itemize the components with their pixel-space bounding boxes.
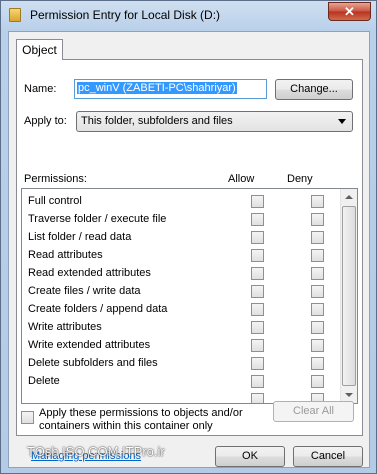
deny-checkbox[interactable] xyxy=(311,195,324,208)
apply-to-container-checkbox[interactable] xyxy=(21,411,34,424)
permission-row: Read extended attributes xyxy=(22,265,342,283)
permission-row: List folder / read data xyxy=(22,229,342,247)
deny-column-header: Deny xyxy=(287,173,313,185)
deny-checkbox[interactable] xyxy=(311,213,324,226)
permission-label: Create folders / append data xyxy=(28,303,168,315)
deny-checkbox[interactable] xyxy=(311,321,324,334)
deny-checkbox[interactable] xyxy=(311,249,324,262)
permission-row: Read attributes xyxy=(22,247,342,265)
allow-checkbox[interactable] xyxy=(251,213,264,226)
change-button[interactable]: Change... xyxy=(275,79,353,100)
deny-checkbox[interactable] xyxy=(311,267,324,280)
permission-label: Read attributes xyxy=(28,249,103,261)
object-tab-panel: Name: pc_winV (ZABETI-PC\shahriyar) Chan… xyxy=(16,59,363,436)
permission-row: Write extended attributes xyxy=(22,337,342,355)
dialog-client-area: Object Name: pc_winV (ZABETI-PC\shahriya… xyxy=(8,31,370,468)
allow-checkbox[interactable] xyxy=(251,303,264,316)
permission-label: Full control xyxy=(28,195,82,207)
scroll-up-button[interactable] xyxy=(341,189,357,206)
ok-button[interactable]: OK xyxy=(215,446,285,467)
chevron-down-icon xyxy=(338,119,346,124)
permission-row: Traverse folder / execute file xyxy=(22,211,342,229)
deny-checkbox[interactable] xyxy=(311,339,324,352)
chevron-up-icon xyxy=(345,195,353,199)
allow-checkbox[interactable] xyxy=(251,321,264,334)
deny-checkbox[interactable] xyxy=(311,231,324,244)
permission-label: Write extended attributes xyxy=(28,339,151,351)
scrollbar-thumb[interactable] xyxy=(342,206,356,386)
deny-checkbox[interactable] xyxy=(311,375,324,388)
permission-label: Create files / write data xyxy=(28,285,141,297)
permission-label: Read extended attributes xyxy=(28,267,151,279)
name-field[interactable]: pc_winV (ZABETI-PC\shahriyar) xyxy=(74,79,267,99)
permissions-list[interactable]: Full control Traverse folder / execute f… xyxy=(21,188,358,404)
apply-label-line2: containers within this container only xyxy=(39,420,213,432)
watermark: TOsh ISO.COM ITPro.ir xyxy=(27,444,165,459)
permission-row: Delete subfolders and files xyxy=(22,355,342,373)
permission-label: Delete subfolders and files xyxy=(28,357,158,369)
deny-checkbox[interactable] xyxy=(311,285,324,298)
folder-icon xyxy=(9,8,21,22)
apply-to-dropdown[interactable]: This folder, subfolders and files xyxy=(76,111,353,132)
permission-entry-window: Permission Entry for Local Disk (D:) ✕ O… xyxy=(0,0,377,474)
close-button[interactable]: ✕ xyxy=(328,2,371,21)
name-label: Name: xyxy=(24,83,57,95)
permission-row: Delete xyxy=(22,373,342,391)
apply-to-value: This folder, subfolders and files xyxy=(81,115,233,127)
allow-checkbox[interactable] xyxy=(251,195,264,208)
permission-label: List folder / read data xyxy=(28,231,132,243)
permission-label: Delete xyxy=(28,375,60,387)
allow-checkbox[interactable] xyxy=(251,231,264,244)
allow-checkbox[interactable] xyxy=(251,285,264,298)
permission-row: Write attributes xyxy=(22,319,342,337)
allow-checkbox[interactable] xyxy=(251,249,264,262)
name-value: pc_winV (ZABETI-PC\shahriyar) xyxy=(77,82,237,94)
permission-row: Full control xyxy=(22,193,342,211)
allow-checkbox[interactable] xyxy=(251,393,264,403)
permission-row: Create files / write data xyxy=(22,283,342,301)
tab-object[interactable]: Object xyxy=(16,39,63,60)
cancel-button[interactable]: Cancel xyxy=(293,446,363,467)
apply-label-line1: Apply these permissions to objects and/o… xyxy=(39,407,243,419)
permissions-scrollbar[interactable] xyxy=(340,189,357,403)
allow-checkbox[interactable] xyxy=(251,357,264,370)
title-bar[interactable]: Permission Entry for Local Disk (D:) ✕ xyxy=(1,1,376,29)
permission-row: Create folders / append data xyxy=(22,301,342,319)
apply-to-container-label[interactable]: Apply these permissions to objects and/o… xyxy=(39,407,243,433)
allow-column-header: Allow xyxy=(228,173,255,185)
clear-all-button[interactable]: Clear All xyxy=(273,401,354,422)
apply-to-label: Apply to: xyxy=(24,115,67,127)
window-title: Permission Entry for Local Disk (D:) xyxy=(30,8,221,22)
deny-checkbox[interactable] xyxy=(311,303,324,316)
allow-checkbox[interactable] xyxy=(251,339,264,352)
chevron-down-icon xyxy=(345,393,353,397)
allow-checkbox[interactable] xyxy=(251,375,264,388)
permission-label: Traverse folder / execute file xyxy=(28,213,167,225)
permission-label: Write attributes xyxy=(28,321,102,333)
deny-checkbox[interactable] xyxy=(311,357,324,370)
allow-checkbox[interactable] xyxy=(251,267,264,280)
permissions-header: Permissions: xyxy=(24,173,87,185)
